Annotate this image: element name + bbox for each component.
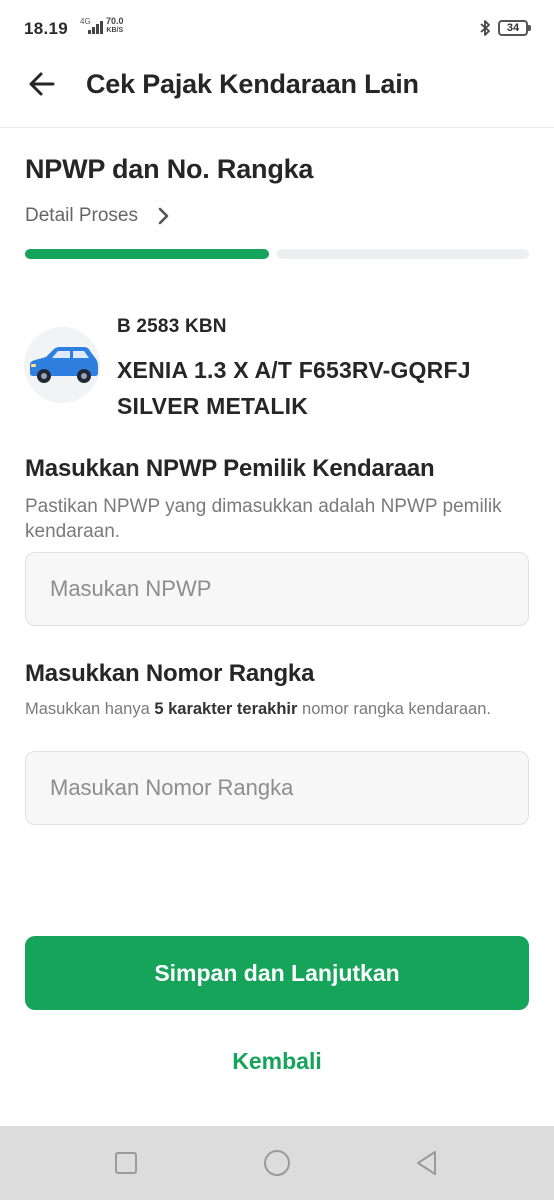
- status-bar: 18.19 4G 70.0 KB/S 34: [0, 0, 554, 44]
- npwp-label: Masukkan NPWP Pemilik Kendaraan: [25, 455, 435, 482]
- back-triangle-icon[interactable]: [413, 1149, 441, 1177]
- rangka-hint: Masukkan hanya 5 karakter terakhir nomor…: [25, 698, 525, 721]
- system-nav-bar: [0, 1126, 554, 1200]
- status-time: 18.19: [24, 19, 69, 38]
- save-continue-button[interactable]: Simpan dan Lanjutkan: [25, 936, 529, 1010]
- speed-value: 70.0: [106, 16, 124, 26]
- app-header: Cek Pajak Kendaraan Lain: [0, 44, 554, 128]
- rangka-hint-bold: 5 karakter terakhir: [154, 700, 298, 718]
- rangka-hint-suffix: nomor rangka kendaraan.: [297, 700, 491, 718]
- vehicle-avatar: [24, 327, 100, 403]
- progress-step-2-inactive: [277, 249, 529, 259]
- chevron-right-icon: [158, 207, 169, 225]
- progress-step-1-active: [25, 249, 269, 259]
- section-title: NPWP dan No. Rangka: [25, 154, 314, 184]
- speed-unit: KB/S: [106, 27, 124, 34]
- signal-icon: [86, 20, 104, 34]
- detail-process-link[interactable]: Detail Proses: [25, 202, 170, 230]
- page-title: Cek Pajak Kendaraan Lain: [86, 69, 419, 99]
- detail-process-label: Detail Proses: [25, 205, 138, 226]
- network-speed: 70.0 KB/S: [106, 17, 124, 35]
- rangka-hint-prefix: Masukkan hanya: [25, 700, 155, 718]
- rangka-label: Masukkan Nomor Rangka: [25, 660, 315, 687]
- back-button[interactable]: [24, 66, 60, 102]
- step-progress: [25, 249, 529, 259]
- battery-indicator: 34: [498, 20, 531, 36]
- rangka-input[interactable]: [25, 751, 529, 825]
- bluetooth-icon: [480, 20, 490, 36]
- back-link-button[interactable]: Kembali: [0, 1048, 554, 1075]
- car-icon: [30, 347, 98, 383]
- vehicle-name: XENIA 1.3 X A/T F653RV-GQRFJ SILVER META…: [117, 357, 471, 419]
- npwp-input[interactable]: [25, 552, 529, 626]
- npwp-hint: Pastikan NPWP yang dimasukkan adalah NPW…: [25, 496, 502, 542]
- arrow-left-icon: [29, 72, 55, 96]
- home-icon[interactable]: [263, 1149, 291, 1177]
- vehicle-plate: B 2583 KBN: [117, 316, 227, 337]
- recent-apps-icon[interactable]: [112, 1149, 140, 1177]
